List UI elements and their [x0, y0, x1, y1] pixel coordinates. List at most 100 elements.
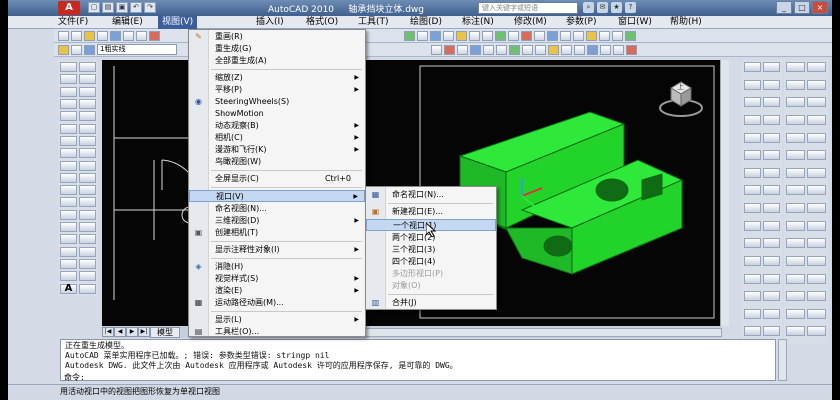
toolbar-button[interactable]	[431, 44, 442, 55]
tool-icon[interactable]	[763, 150, 780, 161]
tool-icon[interactable]	[807, 220, 826, 231]
toolbar-button[interactable]	[430, 30, 441, 41]
polyline-icon[interactable]	[60, 86, 77, 97]
menu-parametric[interactable]: 参数(P)	[562, 16, 600, 29]
table-icon[interactable]	[60, 271, 77, 282]
menu-item-annotative-objects[interactable]: 显示注释性对象(I) ▶	[189, 244, 365, 256]
menu-item-redraw[interactable]: ✎ 重画(R)	[189, 31, 365, 43]
tool-icon[interactable]	[744, 308, 761, 319]
tool-icon[interactable]	[786, 203, 805, 213]
tool-icon[interactable]	[763, 308, 780, 319]
tool-icon[interactable]	[79, 209, 96, 220]
tool-icon[interactable]	[79, 234, 96, 245]
tool-icon[interactable]	[807, 326, 826, 337]
lock-icon[interactable]	[84, 44, 95, 55]
tool-icon[interactable]	[807, 62, 826, 72]
menu-dimension[interactable]: 标注(N)	[458, 16, 498, 29]
tool-icon[interactable]	[807, 308, 826, 319]
tool-icon[interactable]	[763, 326, 780, 337]
tool-icon[interactable]	[763, 238, 780, 249]
menu-item-create-camera[interactable]: ▣ 创建相机(T)	[189, 227, 365, 239]
toolbar-button[interactable]	[522, 44, 533, 55]
menu-item-3d-views[interactable]: 三维视图(D) ▶	[189, 215, 365, 227]
menu-item-viewports[interactable]: 视口(V) ▶	[189, 190, 365, 202]
tool-icon[interactable]	[786, 79, 805, 90]
tool-icon[interactable]	[786, 150, 805, 161]
tool-icon[interactable]	[807, 255, 826, 266]
toolbar-button[interactable]	[508, 30, 519, 41]
menu-item-new-viewports[interactable]: ▣ 新建视口(E)...	[366, 206, 496, 218]
tool-icon[interactable]	[79, 172, 96, 183]
search-input[interactable]: 键入关键字或短语	[478, 2, 578, 14]
tool-icon[interactable]	[79, 74, 96, 85]
rectangle-icon[interactable]	[60, 111, 77, 122]
hatch-icon[interactable]	[60, 234, 77, 245]
toolbar-button[interactable]	[417, 30, 428, 41]
open-icon[interactable]: ▤	[102, 2, 114, 13]
toolbar-button[interactable]	[469, 30, 480, 41]
tab-first-button[interactable]: |◀	[102, 327, 114, 337]
menu-draw[interactable]: 绘图(D)	[406, 16, 446, 29]
tool-icon[interactable]	[807, 97, 826, 108]
tool-icon[interactable]	[763, 114, 780, 125]
toolbar-button[interactable]	[547, 30, 558, 41]
tool-icon[interactable]	[79, 135, 96, 146]
menu-item-regen[interactable]: 重生成(G)	[189, 43, 365, 55]
toolbar-button[interactable]	[470, 44, 481, 55]
insert-block-icon[interactable]	[60, 197, 77, 208]
menu-item-join[interactable]: ▥ 合并(J)	[366, 297, 496, 309]
toolbar-button[interactable]	[509, 44, 520, 55]
menu-item-fullscreen[interactable]: 全屏显示(C) Ctrl+0	[189, 173, 365, 185]
tool-icon[interactable]	[744, 79, 761, 90]
tool-icon[interactable]	[744, 238, 761, 249]
tool-icon[interactable]	[79, 271, 96, 282]
menu-item-visual-styles[interactable]: 视觉样式(S) ▶	[189, 273, 365, 285]
toolbar-button[interactable]	[149, 30, 160, 41]
toolbar-button[interactable]	[535, 44, 546, 55]
toolbar-button[interactable]	[444, 44, 455, 55]
tool-icon[interactable]	[744, 273, 761, 284]
tool-icon[interactable]	[763, 167, 780, 178]
toolbar-button[interactable]	[548, 44, 559, 55]
toolbar-button[interactable]	[404, 30, 415, 41]
arc-icon[interactable]	[60, 123, 77, 134]
tool-icon[interactable]	[763, 185, 780, 196]
tool-icon[interactable]	[744, 62, 761, 72]
menu-item-named-viewports[interactable]: ▦ 命名视口(N)...	[366, 189, 496, 201]
toolbar-button[interactable]	[561, 44, 572, 55]
gradient-icon[interactable]	[60, 246, 77, 257]
toolbar-button[interactable]	[496, 44, 507, 55]
tool-icon[interactable]	[79, 123, 96, 134]
toolbar-button[interactable]	[443, 30, 454, 41]
menu-item-four-viewports[interactable]: 四个视口(4)	[366, 256, 496, 268]
tool-icon[interactable]	[79, 185, 96, 196]
ellipse-icon[interactable]	[60, 172, 77, 183]
toolbar-button[interactable]	[574, 44, 585, 55]
ellipse-arc-icon[interactable]	[60, 185, 77, 196]
toolbar-button[interactable]	[71, 30, 82, 41]
toolbar-button[interactable]	[612, 30, 623, 41]
tool-icon[interactable]	[79, 111, 96, 122]
menu-format[interactable]: 格式(O)	[302, 16, 342, 29]
redo-icon[interactable]: ↷	[144, 2, 156, 13]
tool-icon[interactable]	[744, 150, 761, 161]
close-button[interactable]: ×	[812, 1, 828, 14]
menu-item-toolbars[interactable]: ▤ 工具栏(O)...	[189, 326, 365, 338]
tool-icon[interactable]	[807, 167, 826, 178]
app-menu-button[interactable]: A	[58, 1, 80, 15]
command-scrollbar[interactable]	[778, 339, 787, 381]
tool-icon[interactable]	[79, 160, 96, 171]
menu-item-zoom[interactable]: 缩放(Z) ▶	[189, 72, 365, 84]
tool-icon[interactable]	[79, 197, 96, 208]
tool-icon[interactable]	[807, 132, 826, 143]
search-icon[interactable]: ⌕	[583, 2, 594, 13]
menu-item-camera[interactable]: 相机(C) ▶	[189, 132, 365, 144]
toolbar-button[interactable]	[534, 30, 545, 41]
menu-item-motion-path[interactable]: ▦ 运动路径动画(M)...	[189, 297, 365, 309]
tool-icon[interactable]	[786, 308, 805, 319]
toolbar-button[interactable]	[573, 30, 584, 41]
tool-icon[interactable]	[807, 273, 826, 284]
tool-icon[interactable]	[744, 291, 761, 302]
new-icon[interactable]: ▢	[88, 2, 100, 13]
toolbar-button[interactable]	[457, 44, 468, 55]
